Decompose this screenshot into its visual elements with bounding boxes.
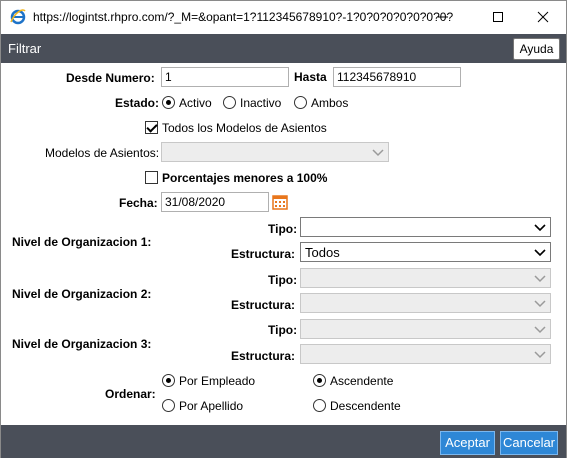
nivel1-tipo-select[interactable] bbox=[300, 217, 551, 237]
close-icon bbox=[537, 11, 549, 23]
por-empleado-label: Por Empleado bbox=[179, 374, 256, 388]
cancelar-button[interactable]: Cancelar bbox=[500, 431, 558, 455]
chevron-down-icon bbox=[534, 224, 546, 232]
desde-numero-input[interactable]: 1 bbox=[161, 67, 289, 87]
nivel2-tipo-select[interactable] bbox=[300, 268, 551, 288]
aceptar-button[interactable]: Aceptar bbox=[440, 431, 495, 455]
modelos-asientos-label: Modelos de Asientos: bbox=[45, 146, 160, 160]
maximize-icon bbox=[493, 12, 503, 22]
por-apellido-label: Por Apellido bbox=[179, 399, 244, 413]
nivel3-estructura-select[interactable] bbox=[300, 344, 551, 364]
desde-numero-label: Desde Numero: bbox=[66, 71, 155, 85]
todos-modelos-label: Todos los Modelos de Asientos bbox=[162, 121, 327, 135]
nivel2-label: Nivel de Organizacion 2: bbox=[12, 287, 152, 301]
hasta-input[interactable]: 112345678910 bbox=[333, 67, 461, 87]
descendente-radio[interactable] bbox=[313, 399, 326, 412]
porcentajes-checkbox[interactable] bbox=[145, 171, 158, 184]
por-apellido-radio[interactable] bbox=[162, 399, 175, 412]
nivel1-tipo-label: Tipo: bbox=[268, 222, 298, 236]
chevron-down-icon bbox=[372, 149, 384, 157]
nivel1-estructura-select[interactable]: Todos bbox=[300, 242, 551, 262]
nivel3-estructura-label: Estructura: bbox=[231, 349, 296, 363]
estado-activo-label: Activo bbox=[179, 96, 212, 110]
modelos-asientos-select[interactable] bbox=[161, 142, 389, 162]
fecha-input[interactable]: 31/08/2020 bbox=[161, 192, 269, 212]
maximize-button[interactable] bbox=[476, 1, 520, 33]
nivel1-estructura-label: Estructura: bbox=[231, 247, 296, 261]
estado-label: Estado: bbox=[115, 96, 160, 110]
minimize-button[interactable] bbox=[421, 1, 465, 33]
todos-modelos-checkbox[interactable] bbox=[145, 121, 158, 134]
chevron-down-icon bbox=[534, 249, 546, 257]
estado-ambos-radio[interactable] bbox=[294, 96, 307, 109]
estado-ambos-label: Ambos bbox=[311, 96, 349, 110]
nivel3-tipo-select[interactable] bbox=[300, 319, 551, 339]
estado-inactivo-radio[interactable] bbox=[223, 96, 236, 109]
nivel3-label: Nivel de Organizacion 3: bbox=[12, 337, 152, 351]
dialog-header: Filtrar bbox=[1, 34, 566, 63]
internet-explorer-icon bbox=[10, 9, 26, 25]
nivel2-tipo-label: Tipo: bbox=[268, 273, 298, 287]
hasta-label: Hasta bbox=[294, 70, 327, 84]
porcentajes-label: Porcentajes menores a 100% bbox=[162, 171, 328, 185]
ordenar-label: Ordenar: bbox=[105, 387, 156, 401]
nivel2-estructura-select[interactable] bbox=[300, 293, 551, 313]
help-button[interactable]: Ayuda bbox=[513, 38, 560, 60]
dialog-title: Filtrar bbox=[8, 41, 42, 56]
ascendente-label: Ascendente bbox=[330, 374, 394, 388]
descendente-label: Descendente bbox=[330, 399, 401, 413]
window-title: https://logintst.rhpro.com/?_M=&opant=1?… bbox=[33, 10, 454, 24]
nivel3-tipo-label: Tipo: bbox=[268, 323, 298, 337]
chevron-down-icon bbox=[534, 326, 546, 334]
calendar-icon[interactable] bbox=[272, 194, 288, 210]
fecha-label: Fecha: bbox=[119, 196, 158, 210]
estado-inactivo-label: Inactivo bbox=[240, 96, 282, 110]
nivel1-label: Nivel de Organizacion 1: bbox=[12, 235, 152, 249]
filter-dialog-window: https://logintst.rhpro.com/?_M=&opant=1?… bbox=[0, 0, 567, 458]
minimize-icon bbox=[438, 16, 448, 18]
chevron-down-icon bbox=[534, 300, 546, 308]
ascendente-radio[interactable] bbox=[313, 374, 326, 387]
nivel1-estructura-value: Todos bbox=[305, 245, 340, 260]
chevron-down-icon bbox=[534, 275, 546, 283]
close-button[interactable] bbox=[521, 1, 565, 33]
estado-activo-radio[interactable] bbox=[162, 96, 175, 109]
window-titlebar: https://logintst.rhpro.com/?_M=&opant=1?… bbox=[1, 1, 566, 33]
por-empleado-radio[interactable] bbox=[162, 374, 175, 387]
chevron-down-icon bbox=[534, 351, 546, 359]
nivel2-estructura-label: Estructura: bbox=[231, 298, 296, 312]
